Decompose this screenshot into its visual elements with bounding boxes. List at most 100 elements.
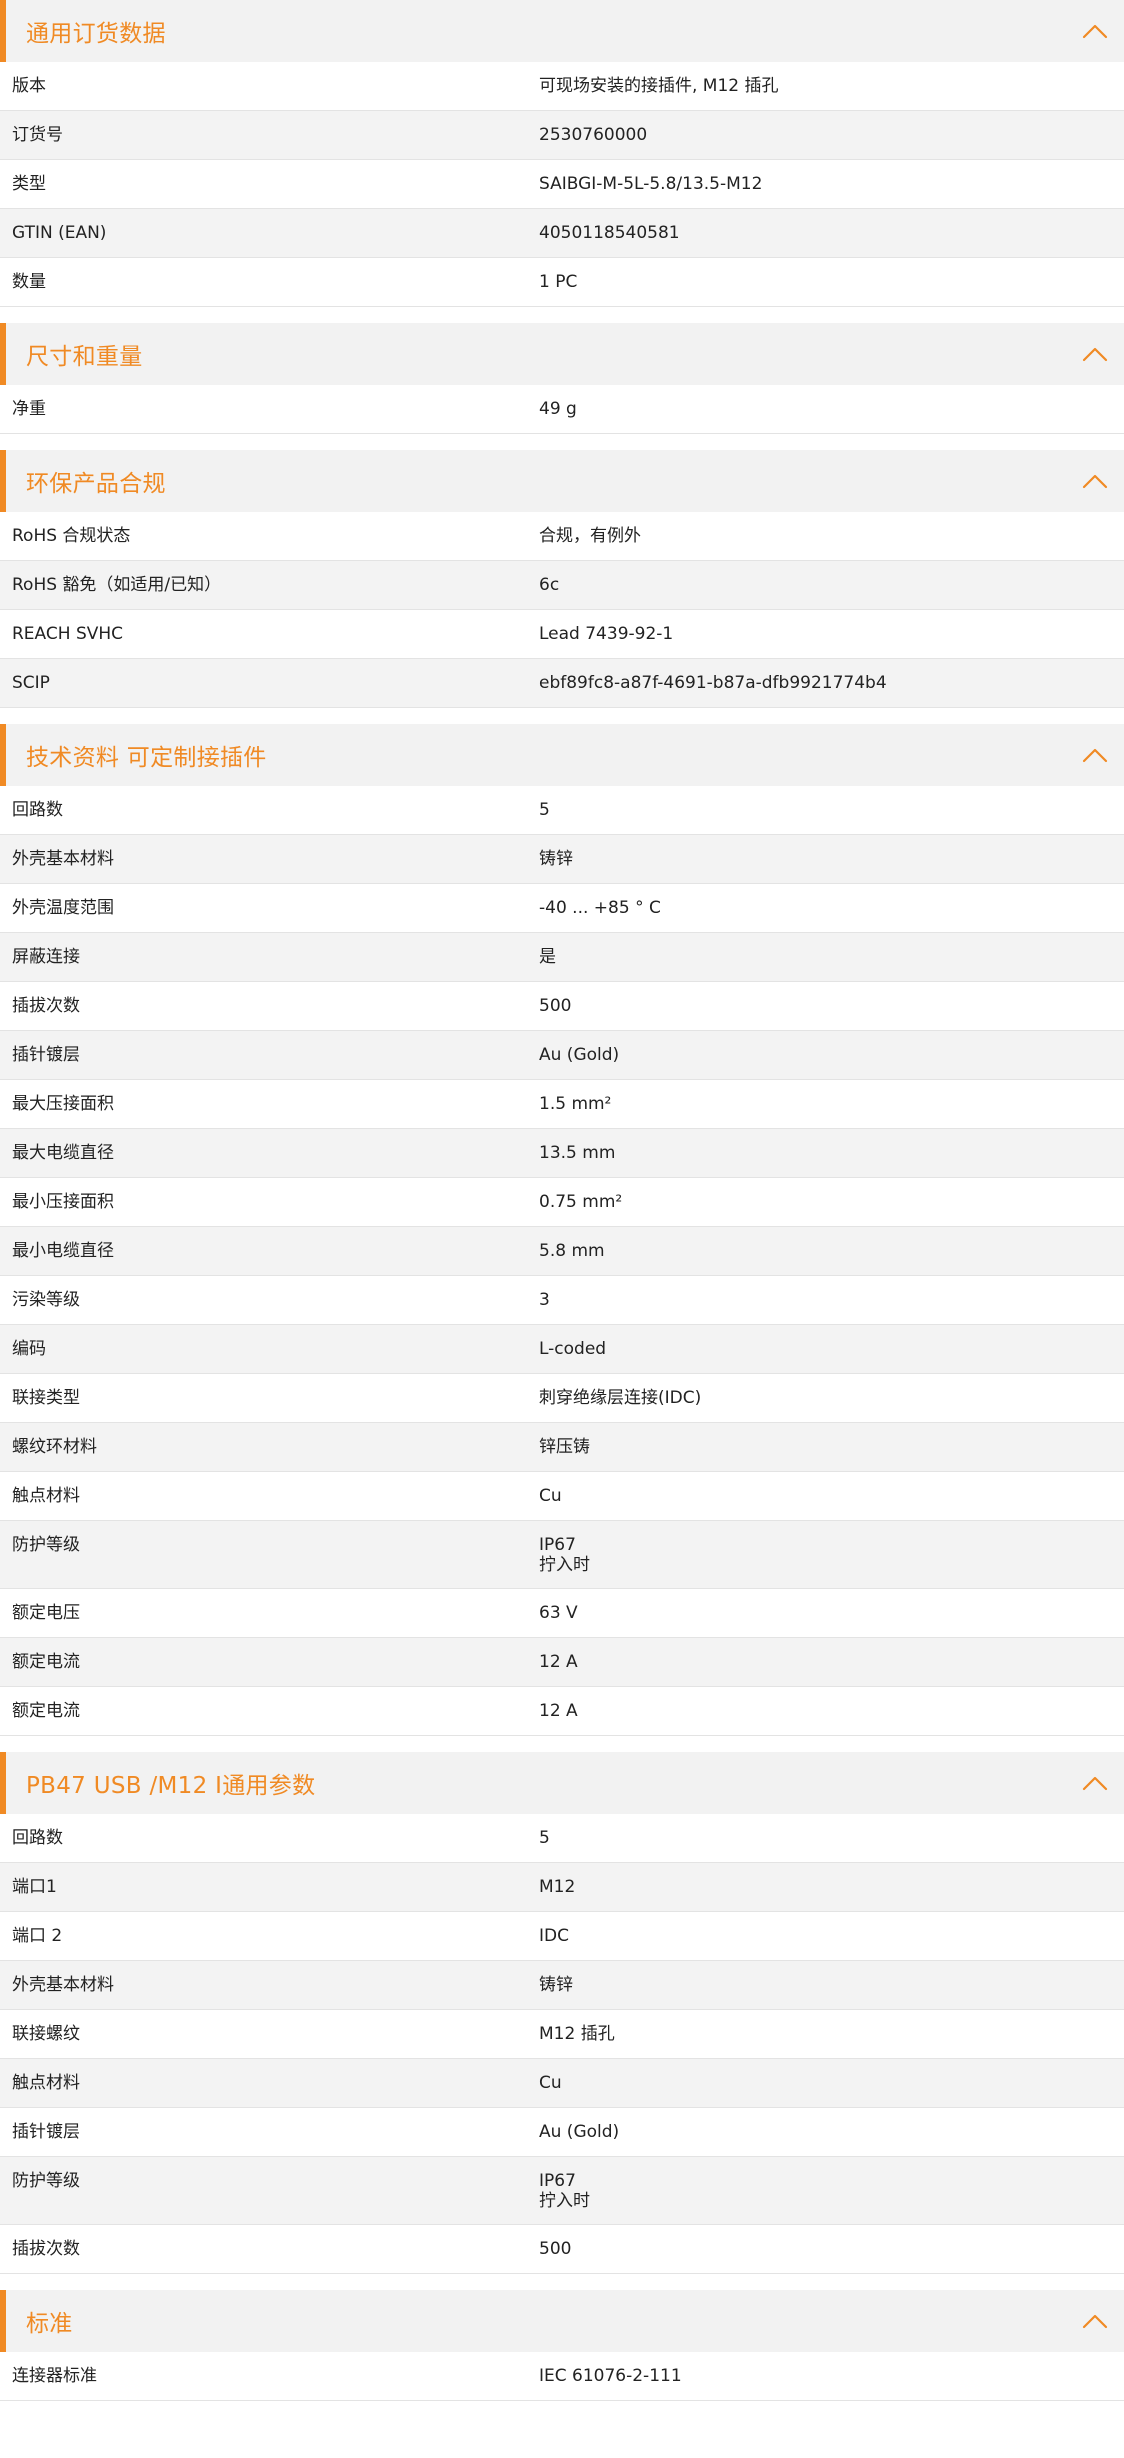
section-header-toggle[interactable]: 环保产品合规	[0, 450, 1124, 512]
spec-row: 最大压接面积 1.5 mm²	[0, 1080, 1124, 1129]
spec-value-text: 63 V	[539, 1603, 578, 1623]
spec-value-text: 6c	[539, 575, 560, 595]
spec-label: 类型	[12, 174, 46, 194]
spec-value-text: 铸锌	[539, 849, 573, 869]
spec-value: IDC	[539, 1912, 1124, 1960]
spec-value: M12 插孔	[539, 2010, 1124, 2058]
spec-value: 0.75 mm²	[539, 1178, 1124, 1226]
spec-row: 外壳基本材料 铸锌	[0, 1961, 1124, 2010]
spec-value-text: IEC 61076-2-111	[539, 2366, 682, 2386]
spec-label: 联接螺纹	[12, 2024, 80, 2044]
spec-section: 通用订货数据 版本 可现场安装的接插件, M12 插孔 订货号 2530760000 类型…	[0, 0, 1124, 307]
spec-label: 联接类型	[12, 1388, 80, 1408]
section-header-toggle[interactable]: 标准	[0, 2290, 1124, 2352]
spec-value-text: 500	[539, 2239, 572, 2259]
spec-row: 回路数 5	[0, 786, 1124, 835]
section-title: 标准	[26, 2311, 73, 2337]
chevron-up-icon[interactable]	[1080, 344, 1110, 364]
spec-label: 外壳温度范围	[12, 898, 114, 918]
spec-label: 最小压接面积	[12, 1192, 114, 1212]
spec-label: 外壳基本材料	[12, 849, 114, 869]
chevron-up-icon[interactable]	[1080, 21, 1110, 41]
spec-label: 屏蔽连接	[12, 947, 80, 967]
spec-row: REACH SVHC Lead 7439-92-1	[0, 610, 1124, 659]
spec-value-text: Lead 7439-92-1	[539, 624, 674, 644]
spec-value-text: ebf89fc8-a87f-4691-b87a-dfb9921774b4	[539, 673, 887, 693]
spec-value: ebf89fc8-a87f-4691-b87a-dfb9921774b4	[539, 659, 1124, 707]
chevron-up-icon[interactable]	[1080, 471, 1110, 491]
spec-value-text: Cu	[539, 1486, 562, 1506]
chevron-up-icon[interactable]	[1080, 2311, 1110, 2331]
spec-row: 额定电压 63 V	[0, 1589, 1124, 1638]
spec-label: 污染等级	[12, 1290, 80, 1310]
spec-value: Lead 7439-92-1	[539, 610, 1124, 658]
spec-value-text: -40 ... +85 ° C	[539, 898, 661, 918]
spec-value-text: 1 PC	[539, 272, 578, 292]
spec-row: GTIN (EAN) 4050118540581	[0, 209, 1124, 258]
section-header-toggle[interactable]: 技术资料 可定制接插件	[0, 724, 1124, 786]
spec-value: 5	[539, 1814, 1124, 1862]
spec-value-text: 1.5 mm²	[539, 1094, 612, 1114]
spec-section: PB47 USB /M12 I通用参数 回路数 5 端口1 M12 端口 2 IDC 外壳基本…	[0, 1752, 1124, 2274]
spec-label: 防护等级	[12, 1535, 80, 1555]
spec-label: REACH SVHC	[12, 624, 124, 644]
spec-label: 额定电流	[12, 1701, 80, 1721]
spec-section: 环保产品合规 RoHS 合规状态 合规，有例外 RoHS 豁免（如适用/已知） 6c RE…	[0, 450, 1124, 708]
spec-label: 触点材料	[12, 2073, 80, 2093]
spec-row: 额定电流 12 A	[0, 1638, 1124, 1687]
spec-row: 联接类型 刺穿绝缘层连接(IDC)	[0, 1374, 1124, 1423]
spec-page: 通用订货数据 版本 可现场安装的接插件, M12 插孔 订货号 2530760000 类型…	[0, 0, 1124, 2401]
spec-value-text: 5	[539, 1828, 550, 1848]
section-title: 尺寸和重量	[26, 344, 143, 370]
chevron-up-icon[interactable]	[1080, 1773, 1110, 1793]
spec-row: 外壳基本材料 铸锌	[0, 835, 1124, 884]
spec-value-text: Au (Gold)	[539, 1045, 620, 1065]
spec-value: Cu	[539, 1472, 1124, 1520]
spec-row: 回路数 5	[0, 1814, 1124, 1863]
spec-section: 标准 连接器标准 IEC 61076-2-111	[0, 2290, 1124, 2401]
spec-table: 回路数 5 端口1 M12 端口 2 IDC 外壳基本材料 铸锌 联接螺纹 M12 插孔 触点材料 C…	[0, 1814, 1124, 2274]
spec-label: 插针镀层	[12, 1045, 80, 1065]
spec-value: 铸锌	[539, 835, 1124, 883]
section-header-toggle[interactable]: 尺寸和重量	[0, 323, 1124, 385]
spec-label: 插针镀层	[12, 2122, 80, 2142]
spec-label: 净重	[12, 399, 46, 419]
spec-value-note: 拧入时	[539, 1555, 590, 1575]
spec-section: 技术资料 可定制接插件回路数 5 外壳基本材料 铸锌外壳温度范围 -40 ... +85…	[0, 724, 1124, 1736]
spec-value-text: M12 插孔	[539, 2024, 615, 2044]
spec-label: 版本	[12, 76, 46, 96]
section-header-toggle[interactable]: PB47 USB /M12 I通用参数	[0, 1752, 1124, 1814]
spec-value: 1 PC	[539, 258, 1124, 306]
spec-label: 回路数	[12, 800, 63, 820]
spec-row: RoHS 合规状态 合规，有例外	[0, 512, 1124, 561]
spec-value-text: 2530760000	[539, 125, 648, 145]
spec-label: 额定电流	[12, 1652, 80, 1672]
spec-row: 触点材料 Cu	[0, 1472, 1124, 1521]
spec-value-text: IDC	[539, 1926, 569, 1946]
spec-row: RoHS 豁免（如适用/已知） 6c	[0, 561, 1124, 610]
spec-label: 数量	[12, 272, 46, 292]
chevron-up-icon[interactable]	[1080, 745, 1110, 765]
spec-row: 防护等级 IP67 拧入时	[0, 2157, 1124, 2225]
spec-value: IP67 拧入时	[539, 1521, 1124, 1588]
section-header-toggle[interactable]: 通用订货数据	[0, 0, 1124, 62]
spec-row: 端口1 M12	[0, 1863, 1124, 1912]
spec-value: 500	[539, 2225, 1124, 2273]
spec-value: 刺穿绝缘层连接(IDC)	[539, 1374, 1124, 1422]
spec-value: 铸锌	[539, 1961, 1124, 2009]
spec-label: 最大压接面积	[12, 1094, 114, 1114]
spec-value-text: SAIBGI-M-5L-5.8/13.5-M12	[539, 174, 763, 194]
spec-row: 插针镀层 Au (Gold)	[0, 2108, 1124, 2157]
spec-label: 端口1	[12, 1877, 57, 1897]
spec-label: 外壳基本材料	[12, 1975, 114, 1995]
spec-row: 端口 2 IDC	[0, 1912, 1124, 1961]
spec-value: 锌压铸	[539, 1423, 1124, 1471]
spec-table: 回路数 5 外壳基本材料 铸锌 外壳温度范围 -40 ... +85 ° C 屏蔽连接 是插拔…	[0, 786, 1124, 1736]
spec-table: 净重 49 g	[0, 385, 1124, 434]
spec-value-text: 铸锌	[539, 1975, 573, 1995]
spec-value: 13.5 mm	[539, 1129, 1124, 1177]
spec-value-text: 5	[539, 800, 550, 820]
spec-value-text: 12 A	[539, 1701, 578, 1721]
spec-value: 可现场安装的接插件, M12 插孔	[539, 62, 1124, 110]
spec-value: 2530760000	[539, 111, 1124, 159]
